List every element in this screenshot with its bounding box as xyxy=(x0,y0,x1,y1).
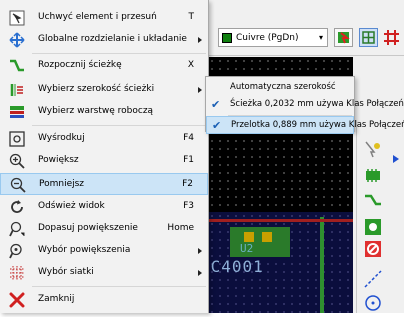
top-toolbar: Cuivre (PgDn) ▾ xyxy=(200,16,404,56)
menu-item-refresh[interactable]: Odśwież widok F3 xyxy=(0,196,208,218)
menu-item-label: Wybór powiększenia xyxy=(38,245,131,255)
checkmark-icon: ✔ xyxy=(212,119,222,132)
right-toolbar xyxy=(356,120,388,313)
route-tracks-button[interactable] xyxy=(362,190,384,212)
menu-item-zoom-select[interactable]: Wybór powiększenia xyxy=(0,240,208,262)
grab-move-icon xyxy=(9,10,25,26)
menu-separator xyxy=(32,125,206,126)
menu-item-label: Pomniejsz xyxy=(39,179,85,189)
pad xyxy=(262,232,272,242)
submenu-item-track-netclass[interactable]: ✔ Ścieżka 0,2032 mm używa Klas Połączeń xyxy=(206,96,404,114)
menu-item-zoom-in[interactable]: Powiększ F1 xyxy=(0,150,208,172)
grid-toggle-button[interactable] xyxy=(359,28,378,47)
submenu-item-auto-width[interactable]: Automatyczna szerokość xyxy=(206,79,354,97)
draw-line-button[interactable] xyxy=(362,268,384,290)
menu-item-zoom-out[interactable]: Pomniejsz F2 xyxy=(0,173,208,195)
menu-item-grid-select[interactable]: Wybór siatki xyxy=(0,262,208,284)
hash-grid-icon xyxy=(384,30,399,45)
submenu-item-via-netclass[interactable]: ✔ Przelotka 0,889 mm używa Klas Połączeń xyxy=(206,116,404,134)
layer-pair-button[interactable] xyxy=(334,28,353,47)
checkmark-icon: ✔ xyxy=(211,98,221,111)
menu-item-label: Powiększ xyxy=(38,155,79,165)
via-icon xyxy=(365,219,381,235)
route-track-icon xyxy=(10,59,24,72)
pad xyxy=(244,232,254,242)
submenu-arrow-icon xyxy=(198,270,202,276)
menu-item-label: Wybierz warstwę roboczą xyxy=(38,106,154,116)
menu-item-track-width[interactable]: Wybierz szerokość ścieżki xyxy=(0,79,208,101)
grid-toggle-icon xyxy=(362,31,375,44)
select-layer-icon xyxy=(10,106,24,118)
menu-item-shortcut: F1 xyxy=(183,155,194,165)
menu-item-label: Wyśrodkuj xyxy=(38,133,85,143)
highlight-net-button[interactable] xyxy=(362,138,384,160)
zoom-in-icon xyxy=(9,153,25,169)
layer-select-value: Cuivre (PgDn) xyxy=(236,32,299,43)
track xyxy=(200,219,353,222)
menu-item-spread-place[interactable]: Globalne rozdzielanie i układanie xyxy=(0,29,208,51)
footprint-value-text: U2 xyxy=(240,242,254,255)
submenu-arrow-icon xyxy=(198,248,202,254)
track-width-icon xyxy=(10,84,23,96)
menu-item-label: Rozpocznij ścieżkę xyxy=(38,60,122,70)
context-menu: Uchwyć element i przesuń T Globalne rozd… xyxy=(0,0,209,313)
menu-item-shortcut: Home xyxy=(167,223,194,233)
track xyxy=(320,217,324,313)
layer-color-swatch xyxy=(222,32,232,43)
layer-pair-icon xyxy=(338,32,350,44)
zoom-select-icon xyxy=(9,243,22,259)
submenu-item-label: Przelotka 0,889 mm używa Klas Połączeń xyxy=(231,120,404,130)
submenu-item-label: Ścieżka 0,2032 mm używa Klas Połączeń xyxy=(230,99,404,109)
track-width-submenu: Automatyczna szerokość ✔ Ścieżka 0,2032 … xyxy=(205,76,404,134)
highlight-net-icon xyxy=(365,141,380,158)
menu-item-shortcut: T xyxy=(188,12,195,22)
draw-circle-button[interactable] xyxy=(362,292,384,314)
menu-item-grab-move[interactable]: Uchwyć element i przesuń T xyxy=(0,7,208,29)
circle-icon xyxy=(365,295,381,311)
menu-separator xyxy=(32,286,206,287)
add-via-button[interactable] xyxy=(362,216,384,238)
menu-item-shortcut: F3 xyxy=(183,201,194,211)
menu-item-label: Odśwież widok xyxy=(38,201,105,211)
menu-item-label: Uchwyć element i przesuń xyxy=(38,12,157,22)
keepout-area-button[interactable] xyxy=(362,238,384,260)
add-footprint-button[interactable] xyxy=(362,164,384,186)
close-icon xyxy=(9,292,25,308)
zoom-fit-icon xyxy=(9,221,25,237)
grid-select-icon xyxy=(10,266,24,280)
submenu-arrow-icon xyxy=(198,37,202,43)
footprint-ref-text: 4C4001 xyxy=(200,257,264,276)
menu-item-shortcut: F4 xyxy=(183,133,194,143)
menu-separator xyxy=(32,53,206,54)
spread-place-icon xyxy=(9,32,25,48)
submenu-arrow-icon xyxy=(198,87,202,93)
expand-arrow-icon[interactable] xyxy=(393,155,399,163)
copper-zone xyxy=(230,227,290,257)
menu-item-label: Wybór siatki xyxy=(38,267,94,277)
menu-item-label: Zamknij xyxy=(38,294,75,304)
menu-item-zoom-center[interactable]: Wyśrodkuj F4 xyxy=(0,128,208,150)
menu-item-label: Dopasuj powiększenie xyxy=(38,223,138,233)
menu-item-route-track[interactable]: Rozpocznij ścieżkę X xyxy=(0,55,208,77)
menu-item-shortcut: F2 xyxy=(182,179,193,189)
chevron-down-icon: ▾ xyxy=(318,33,323,42)
high-contrast-button[interactable] xyxy=(382,28,401,47)
submenu-item-label: Automatyczna szerokość xyxy=(230,82,336,92)
menu-item-zoom-fit[interactable]: Dopasuj powiększenie Home xyxy=(0,218,208,240)
menu-item-label: Globalne rozdzielanie i układanie xyxy=(38,34,187,44)
zoom-out-icon xyxy=(10,177,26,193)
layer-select-dropdown[interactable]: Cuivre (PgDn) ▾ xyxy=(218,28,328,47)
footprint-icon xyxy=(366,169,380,182)
zoom-center-icon xyxy=(9,131,25,147)
menu-item-shortcut: X xyxy=(187,60,194,70)
route-track-icon xyxy=(365,194,381,206)
side-panel-strip xyxy=(388,120,404,313)
menu-item-select-layer[interactable]: Wybierz warstwę roboczą xyxy=(0,101,208,123)
menu-item-close[interactable]: Zamknij xyxy=(0,289,208,311)
dashed-line-icon xyxy=(364,270,382,288)
keepout-icon xyxy=(365,241,381,257)
menu-item-label: Wybierz szerokość ścieżki xyxy=(38,84,155,94)
refresh-icon xyxy=(11,200,23,213)
